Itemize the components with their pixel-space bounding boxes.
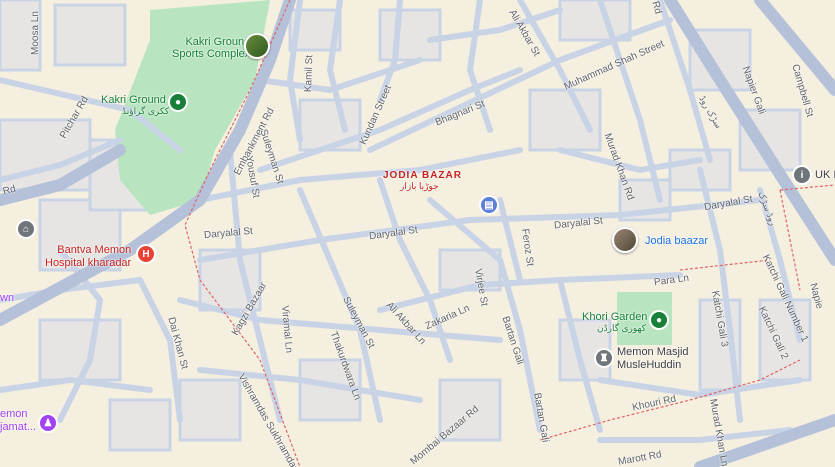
memon-masjid-label[interactable]: Memon Masjid MusleHuddin <box>617 346 689 372</box>
khori-garden-label[interactable]: Khori Garden <box>582 311 647 323</box>
kakri-ground-label-urdu: ککری گراؤنڈ <box>122 106 170 116</box>
jodia-baazar-label[interactable]: Jodia baazar <box>645 235 708 247</box>
kakri-sports-complex-label[interactable]: Kakri Ground Sports Complex <box>172 36 250 60</box>
uk-pin-icon[interactable]: i <box>794 167 810 183</box>
garden-pin-icon[interactable]: ● <box>651 312 667 328</box>
kakri-ground-label[interactable]: Kakri Ground <box>101 94 166 106</box>
street-kamil-st: Kamil St <box>303 54 316 93</box>
mosque-pin-icon[interactable]: ♜ <box>596 350 612 366</box>
community-pin-icon[interactable]: ♟ <box>40 415 56 431</box>
park-pin-icon[interactable]: ● <box>170 94 186 110</box>
jodia-bazar-area-label-urdu: جوڑیا بازار <box>400 181 439 191</box>
hospital-pin-icon[interactable]: H <box>138 246 154 262</box>
kakri-sports-photo-pin[interactable] <box>244 33 270 59</box>
left-edge-label: wn <box>0 292 15 304</box>
jodia-bazar-area-label: JODIA BAZAR <box>383 170 462 181</box>
school-pin-icon[interactable]: ⌂ <box>18 221 34 237</box>
memon-jamat-label[interactable]: emon jamat... <box>0 408 36 434</box>
uk-label[interactable]: UK I <box>815 169 835 181</box>
khori-garden-label-urdu: کھوری گارڈن <box>597 323 646 333</box>
street-moosa-ln: Moosa Ln <box>30 11 41 55</box>
map-canvas[interactable]: JODIA BAZAR جوڑیا بازار Kakri Ground Spo… <box>0 0 835 467</box>
jodia-baazar-photo-pin[interactable] <box>612 227 638 253</box>
bus-pin-icon[interactable]: ▤ <box>481 197 497 213</box>
bantva-hospital-label[interactable]: Bantva Memon Hospital kharadar <box>45 244 131 270</box>
